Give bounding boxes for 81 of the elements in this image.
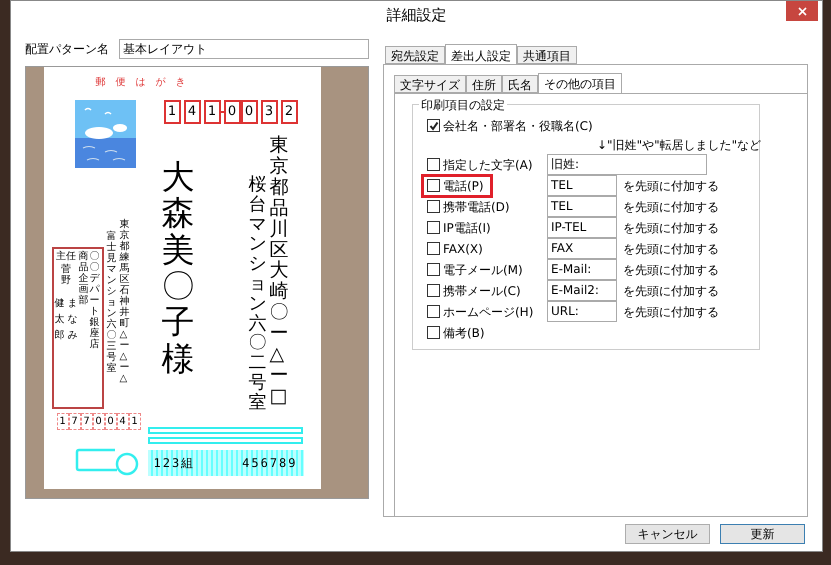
prefix-field[interactable]: URL: — [547, 301, 617, 322]
prefix-note: を先頭に付加する — [623, 304, 719, 321]
checkbox-label: 指定した文字(A) — [443, 156, 533, 174]
prefix-field[interactable]: TEL — [547, 196, 617, 218]
zip-digit: 2 — [280, 100, 298, 124]
tab[interactable]: 共通項目 — [517, 46, 577, 64]
checkbox-label: 携帯メール(C) — [443, 282, 521, 300]
recipient-name: 大森美〇子様 — [162, 159, 194, 377]
checkbox[interactable] — [427, 119, 440, 132]
pattern-name-field[interactable]: 基本レイアウト — [119, 39, 369, 60]
zip-digit: 1 — [128, 413, 140, 430]
sub-tab[interactable]: 氏名 — [502, 75, 538, 94]
checkbox-label: FAX(X) — [443, 240, 483, 258]
checkbox[interactable] — [427, 221, 440, 234]
checkbox-label: 備考(B) — [443, 324, 485, 342]
checkbox[interactable] — [427, 263, 440, 276]
sender-company: 〇〇デパート銀座店 — [90, 251, 100, 352]
cancel-button[interactable]: キャンセル — [625, 524, 710, 544]
recipient-address: 東京都品川区大崎〇ー△ー□ — [270, 135, 288, 407]
pattern-label: 配置パターン名 — [25, 41, 109, 58]
close-button[interactable] — [786, 1, 818, 21]
checkbox-label: 会社名・部署名・役職名(C) — [443, 118, 593, 135]
tab[interactable]: 宛先設定 — [385, 46, 445, 64]
checkbox[interactable] — [427, 179, 440, 192]
checkbox[interactable] — [427, 305, 440, 318]
prefix-field[interactable]: FAX — [547, 238, 617, 260]
checkbox-label: IP電話(I) — [443, 220, 491, 237]
prefix-note: を先頭に付加する — [623, 282, 719, 300]
checkbox-label: ホームページ(H) — [443, 304, 534, 321]
window-title: 詳細設定 — [386, 5, 446, 26]
close-icon — [798, 6, 806, 16]
sender-given-name: 健太郎 — [54, 297, 64, 344]
zip-digit: 3 — [260, 100, 278, 124]
recipient-address: 桜台マンション六〇二号室 — [248, 175, 266, 413]
sender-address: 富士見マンション六〇三号室 — [106, 231, 116, 374]
zip-digit: 7 — [80, 413, 92, 430]
barcode-class: 123組 — [154, 455, 196, 472]
prefix-field[interactable]: E-Mail: — [547, 259, 617, 280]
barcode-number: 456789 — [242, 455, 298, 472]
sub-tab[interactable]: 住所 — [466, 75, 502, 94]
tab[interactable]: 差出人設定 — [445, 44, 517, 66]
checkbox[interactable] — [427, 158, 440, 172]
sender-department: 商品企画部 — [78, 251, 88, 308]
prefix-field[interactable]: IP-TEL — [547, 217, 617, 238]
prefix-field[interactable]: TEL — [547, 175, 617, 196]
prefix-note: を先頭に付加する — [623, 198, 719, 216]
zip-digit: 0 — [240, 100, 258, 124]
prefix-note: を先頭に付加する — [623, 220, 719, 237]
sender-surname: 菅野 — [61, 264, 71, 286]
zip-digit: 0 — [104, 413, 116, 430]
checkbox[interactable] — [427, 326, 440, 340]
postcard-header: 郵便はがき — [96, 76, 196, 90]
zip-digit: 0 — [224, 100, 240, 124]
sender-title: 主任 — [56, 251, 76, 262]
zip-digit: 1 — [164, 100, 180, 124]
prefix-note: を先頭に付加する — [623, 178, 719, 195]
prefix-field[interactable]: 旧姓: — [547, 154, 707, 176]
prefix-note: を先頭に付加する — [623, 240, 719, 258]
update-button[interactable]: 更新 — [720, 524, 805, 544]
sender-given-name: まなみ — [68, 297, 78, 344]
checkbox[interactable] — [427, 284, 440, 298]
zip-digit: 1 — [56, 413, 68, 430]
checkbox-label: 携帯電話(D) — [443, 198, 510, 216]
hint-text: ↓"旧姓"や"転居しました"など — [597, 137, 762, 154]
zip-digit: 4 — [116, 413, 128, 430]
sea-stamp-drawing — [74, 100, 136, 168]
zip-digit: 7 — [68, 413, 80, 430]
check-icon — [428, 120, 438, 131]
zip-digit: 0 — [92, 413, 104, 430]
prefix-note: を先頭に付加する — [623, 262, 719, 279]
sub-tab[interactable]: その他の項目 — [538, 73, 622, 94]
zip-digit: 1 — [204, 100, 220, 124]
checkbox[interactable] — [427, 242, 440, 256]
prefix-field[interactable]: E-Mail2: — [547, 280, 617, 302]
sub-tab[interactable]: 文字サイズ — [394, 75, 466, 94]
checkbox-label: 電話(P) — [443, 178, 484, 195]
checkbox[interactable] — [427, 200, 440, 214]
tag-outline-icon — [74, 448, 140, 476]
zip-digit: 4 — [184, 100, 200, 124]
checkbox-label: 電子メール(M) — [443, 262, 523, 279]
sender-address: 東京都練馬区石神井町△ー△ー△ — [120, 219, 130, 384]
